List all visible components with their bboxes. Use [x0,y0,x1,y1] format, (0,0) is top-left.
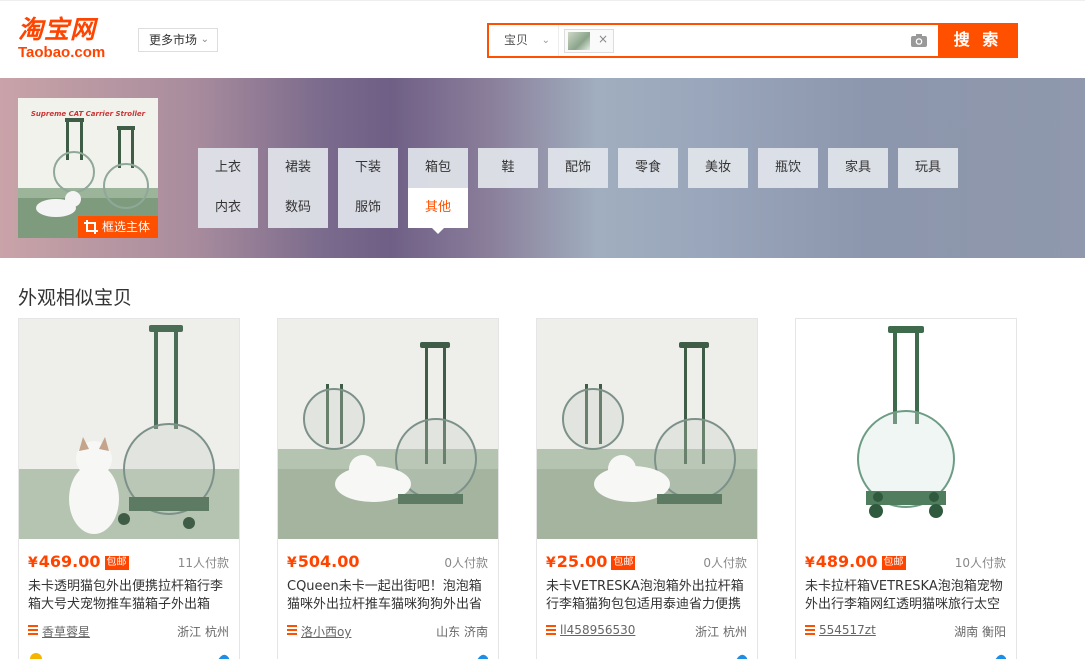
camera-icon[interactable] [910,32,928,48]
frame-select-label: 框选主体 [102,220,151,234]
section-title: 外观相似宝贝 [18,287,133,309]
sales-count: 10人付款 [954,556,1006,570]
wangwang-chat-icon[interactable] [733,652,749,659]
search-scope-label: 宝贝 [504,33,529,47]
wangwang-chat-icon[interactable] [215,652,231,659]
product-image [278,319,498,539]
category-shoes[interactable]: 鞋 [478,148,538,188]
free-shipping-badge: 包邮 [104,556,129,570]
price-value: 504.00 [297,552,360,571]
search-image-thumbnail [568,32,590,50]
category-dresses[interactable]: 裙装 [268,148,328,188]
category-other[interactable]: 其他 [408,188,468,234]
chevron-down-icon: ⌄ [541,35,550,46]
more-markets-dropdown[interactable]: 更多市场 ⌄ [138,28,218,52]
product-title[interactable]: 未卡VETRESKA泡泡箱外出拉杆箱行李箱猫狗包包适用泰迪省力便携 [546,578,750,614]
category-beauty[interactable]: 美妆 [688,148,748,188]
shop-icon [546,625,556,635]
seller-location: 山东 济南 [436,625,488,639]
category-tops[interactable]: 上衣 [198,148,258,188]
search-image-tag: × [564,29,614,53]
category-bags[interactable]: 箱包 [408,148,468,188]
category-furniture[interactable]: 家具 [828,148,888,188]
product-price: ¥25.00 包邮 [546,552,636,571]
logo-text-cn: 淘宝网 [18,15,97,44]
category-underwear[interactable]: 内衣 [198,188,258,228]
category-apparel[interactable]: 服饰 [338,188,398,228]
image-search-banner: Supreme CAT Carrier Stroller 框选主体 上衣 裙装 … [0,78,1085,258]
sales-count: 0人付款 [444,556,488,570]
product-image [537,319,757,539]
product-title[interactable]: 未卡拉杆箱VETRESKA泡泡箱宠物外出行李箱网红透明猫咪旅行太空包 [805,578,1009,614]
product-price: ¥504.00 [287,552,360,571]
search-bar: 宝贝 ⌄ × 搜 索 [487,23,1018,58]
wangwang-chat-icon[interactable] [474,652,490,659]
shop-icon [287,625,297,635]
sales-count: 11人付款 [177,556,229,570]
product-price: ¥489.00 包邮 [805,552,906,571]
more-markets-label: 更多市场 [149,33,198,47]
shop-name-link[interactable]: 554517zt [819,623,876,637]
shop-name-link[interactable]: 香草蓉星 [42,623,90,640]
category-bottled-drinks[interactable]: 瓶饮 [758,148,818,188]
product-image [19,319,239,539]
product-title[interactable]: CQueen未卡一起出街吧！泡泡箱猫咪外出拉杆推车猫咪狗狗外出省力 [287,578,491,614]
top-header: 淘宝网 Taobao.com 更多市场 ⌄ 宝贝 ⌄ × 搜 索 [0,0,1085,78]
product-image [796,319,1016,539]
price-value: 25.00 [556,552,608,571]
category-bottoms[interactable]: 下装 [338,148,398,188]
search-button[interactable]: 搜 索 [938,23,1018,58]
product-card[interactable]: ¥504.00 0人付款 CQueen未卡一起出街吧！泡泡箱猫咪外出拉杆推车猫咪… [277,318,499,659]
chevron-down-icon: ⌄ [200,34,209,45]
remove-image-icon[interactable]: × [598,32,608,46]
category-digital[interactable]: 数码 [268,188,328,228]
price-value: 489.00 [815,552,878,571]
product-card[interactable]: ¥469.00 包邮 11人付款 未卡透明猫包外出便携拉杆箱行李箱大号犬宠物推车猫… [18,318,240,659]
product-card[interactable]: ¥489.00 包邮 10人付款 未卡拉杆箱VETRESKA泡泡箱宠物外出行李箱网… [795,318,1017,659]
seller-location: 湖南 衡阳 [954,625,1006,639]
currency-symbol: ¥ [287,555,297,571]
frame-select-button[interactable]: 框选主体 [78,216,158,238]
wangwang-chat-icon[interactable] [992,652,1008,659]
product-title[interactable]: 未卡透明猫包外出便携拉杆箱行李箱大号犬宠物推车猫箱子外出箱 [28,578,232,614]
shop-name-link[interactable]: 洛小西oy [301,623,351,640]
currency-symbol: ¥ [546,555,556,571]
seller-location: 浙江 杭州 [695,625,747,639]
crop-icon [84,220,98,234]
category-toys[interactable]: 玩具 [898,148,958,188]
currency-symbol: ¥ [805,555,815,571]
shop-name-link[interactable]: ll458956530 [560,623,635,637]
shop-icon [805,625,815,635]
product-price: ¥469.00 包邮 [28,552,129,571]
search-scope-select[interactable]: 宝贝 ⌄ [489,25,559,56]
free-shipping-badge: 包邮 [881,556,906,570]
price-value: 469.00 [38,552,101,571]
currency-symbol: ¥ [28,555,38,571]
shop-icon [28,625,38,635]
seller-location: 浙江 杭州 [177,625,229,639]
free-shipping-badge: 包邮 [611,556,636,570]
logo-text-en: Taobao.com [18,44,106,61]
product-card[interactable]: ¥25.00 包邮 0人付款 未卡VETRESKA泡泡箱外出拉杆箱行李箱猫狗包包适… [536,318,758,659]
taobao-logo[interactable]: 淘宝网 Taobao.com [18,15,128,65]
gold-medal-icon [30,653,42,659]
category-accessories[interactable]: 配饰 [548,148,608,188]
category-snacks[interactable]: 零食 [618,148,678,188]
sales-count: 0人付款 [703,556,747,570]
